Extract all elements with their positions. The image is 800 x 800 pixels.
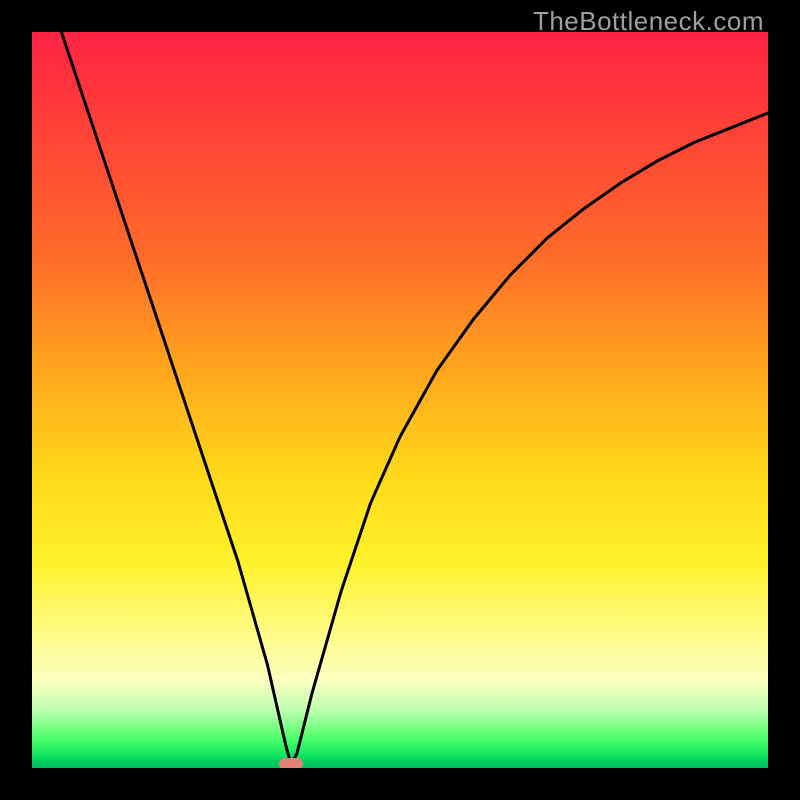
bottleneck-curve	[32, 32, 768, 768]
optimal-marker	[279, 758, 303, 768]
chart-frame: TheBottleneck.com	[0, 0, 800, 800]
plot-area	[32, 32, 768, 768]
